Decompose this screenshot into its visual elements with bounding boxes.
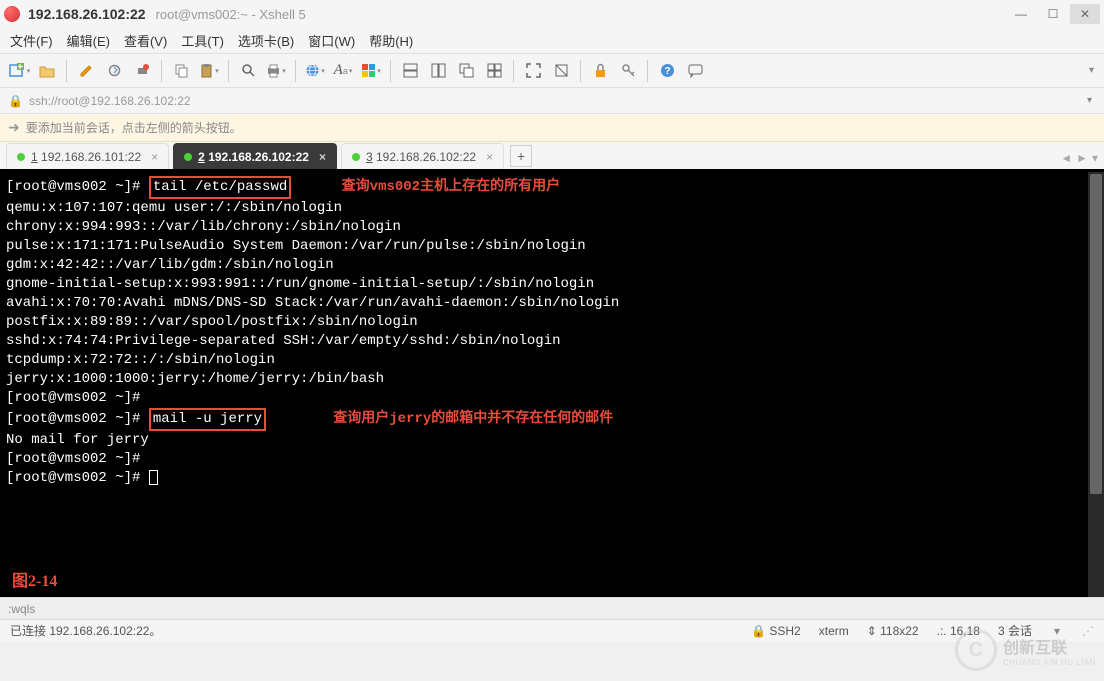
transparency-icon[interactable] [548,58,574,84]
command-bar[interactable]: :wqls [0,597,1104,619]
color-icon[interactable]: ▾ [358,58,384,84]
status-dot-icon [352,153,360,161]
tab-nav-menu-icon[interactable]: ▾ [1092,151,1098,165]
hint-text: 要添加当前会话，点击左侧的箭头按钮。 [26,119,242,136]
reconnect-icon[interactable] [101,58,127,84]
toolbar-overflow-icon[interactable]: ▾ [1085,65,1098,76]
copy-icon[interactable] [168,58,194,84]
new-session-icon[interactable]: ▾ [6,58,32,84]
menu-file[interactable]: 文件(F) [10,31,53,50]
annotation-2: 查询用户jerry的邮箱中并不存在任何的邮件 [333,411,613,427]
hint-arrow-icon[interactable]: ➜ [8,119,20,136]
window-title-sub: root@vms002:~ - Xshell 5 [156,7,306,22]
status-term: xterm [819,624,849,638]
address-bar: 🔒 ▾ [0,88,1104,114]
cmd-highlight-1: tail /etc/passwd [149,176,291,199]
tile-vert-icon[interactable] [425,58,451,84]
status-size: ⇕ 118x22 [867,624,919,638]
address-input[interactable] [29,94,1077,108]
hint-bar: ➜ 要添加当前会话，点击左侧的箭头按钮。 [0,114,1104,142]
menu-window[interactable]: 窗口(W) [308,31,355,50]
terminal[interactable]: [root@vms002 ~]# tail /etc/passwd 查询vms0… [0,172,1104,597]
minimize-button[interactable]: — [1006,4,1036,24]
tab-nav-prev-icon[interactable]: ◄ [1060,151,1072,165]
tile-cascade-icon[interactable] [453,58,479,84]
key-icon[interactable] [615,58,641,84]
print-icon[interactable]: ▾ [263,58,289,84]
annotation-1: 查询vms002主机上存在的所有用户 [342,179,560,195]
menu-tabs[interactable]: 选项卡(B) [238,31,294,50]
cmd-highlight-2: mail -u jerry [149,408,266,431]
title-bar: 192.168.26.102:22 root@vms002:~ - Xshell… [0,0,1104,28]
tab-1[interactable]: 1 192.168.26.101:22 × [6,143,169,169]
menu-tools[interactable]: 工具(T) [181,31,224,50]
menu-help[interactable]: 帮助(H) [369,31,413,50]
lock-icon[interactable] [587,58,613,84]
menu-bar: 文件(F) 编辑(E) 查看(V) 工具(T) 选项卡(B) 窗口(W) 帮助(… [0,28,1104,54]
terminal-scrollbar[interactable] [1088,172,1104,597]
tab-3[interactable]: 3 192.168.26.102:22 × [341,143,504,169]
find-icon[interactable] [235,58,261,84]
tab-2[interactable]: 2 192.168.26.102:22 × [173,143,337,169]
tab-close-icon[interactable]: × [151,150,158,164]
cursor-icon [149,470,158,485]
chat-icon[interactable] [682,58,708,84]
status-connection: 已连接 192.168.26.102:22。 [10,622,161,639]
font-icon[interactable]: Aa▾ [330,58,356,84]
window-title-main: 192.168.26.102:22 [28,6,146,22]
fullscreen-icon[interactable] [520,58,546,84]
add-tab-button[interactable]: + [510,145,532,167]
watermark: C 创新互联 CHUANG XIN HU LIAN [955,629,1096,671]
tab-close-icon[interactable]: × [319,150,326,164]
app-logo-icon [4,6,20,22]
address-overflow-icon[interactable]: ▾ [1083,95,1096,106]
tile-horiz-icon[interactable] [397,58,423,84]
svg-text:?: ? [664,66,670,77]
edit-pencil-icon[interactable] [73,58,99,84]
status-bar: 已连接 192.168.26.102:22。 🔒 SSH2 xterm ⇕ 11… [0,619,1104,641]
watermark-logo-icon: C [955,629,997,671]
address-lock-icon: 🔒 [8,94,23,108]
globe-icon[interactable]: ▾ [302,58,328,84]
tab-close-icon[interactable]: × [486,150,493,164]
menu-view[interactable]: 查看(V) [124,31,167,50]
maximize-button[interactable]: ☐ [1038,4,1068,24]
status-dot-icon [17,153,25,161]
menu-edit[interactable]: 编辑(E) [67,31,110,50]
toolbar: ▾ ▾ ▾ ▾ Aa▾ ▾ ? ▾ [0,54,1104,88]
tile-grid-icon[interactable] [481,58,507,84]
paste-icon[interactable]: ▾ [196,58,222,84]
figure-label: 图2-14 [12,572,57,591]
disconnect-icon[interactable] [129,58,155,84]
close-button[interactable]: ✕ [1070,4,1100,24]
help-icon[interactable]: ? [654,58,680,84]
status-proto: 🔒 SSH2 [751,624,801,638]
session-tabs: 1 192.168.26.101:22 × 2 192.168.26.102:2… [0,142,1104,172]
open-icon[interactable] [34,58,60,84]
tab-nav-next-icon[interactable]: ► [1076,151,1088,165]
status-dot-icon [184,153,192,161]
